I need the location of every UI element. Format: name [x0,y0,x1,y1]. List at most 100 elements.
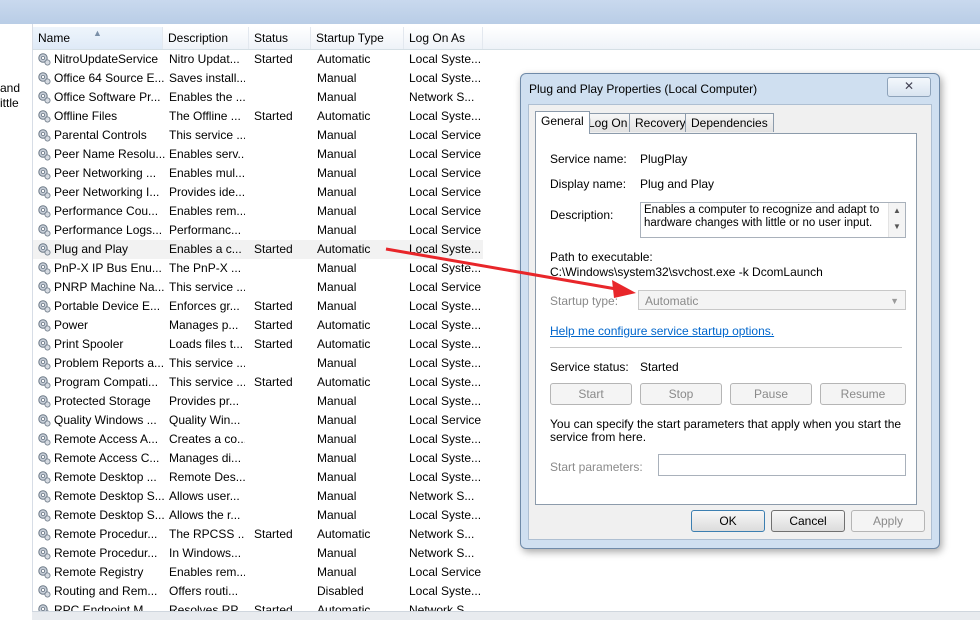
service-row[interactable]: Remote Desktop S...Allows user...ManualN… [33,487,483,506]
startup-type-dropdown[interactable]: Automatic ▼ [638,290,906,310]
start-params-input[interactable] [658,454,906,476]
gear-icon [37,280,51,294]
column-header-row: ▲ Name Description Status Startup Type L… [33,27,980,50]
service-status-cell [254,563,304,582]
description-textbox[interactable]: Enables a computer to recognize and adap… [640,202,906,238]
service-row[interactable]: Print SpoolerLoads files t...StartedAuto… [33,335,483,354]
service-row[interactable]: Program Compati...This service ...Starte… [33,373,483,392]
service-row[interactable]: Peer Name Resolu...Enables serv...Manual… [33,145,483,164]
service-name-cell: Parental Controls [37,126,165,145]
resume-button[interactable]: Resume [820,383,906,405]
service-row[interactable]: Remote Access C...Manages di...ManualLoc… [33,449,483,468]
service-log-on-cell: Local Service [409,126,483,145]
service-row[interactable]: Remote Access A...Creates a co...ManualL… [33,430,483,449]
gear-icon [37,470,51,484]
scroll-down-icon[interactable]: ▼ [893,222,901,231]
service-status-cell [254,202,304,221]
service-row[interactable]: Remote Desktop ...Remote Des...ManualLoc… [33,468,483,487]
service-description-cell: The RPCSS ... [169,525,245,544]
start-button[interactable]: Start [550,383,632,405]
service-row[interactable]: PNRP Machine Na...This service ...Manual… [33,278,483,297]
close-icon[interactable]: ✕ [887,77,931,97]
service-description-cell: Enables mul... [169,164,245,183]
service-startup-type-cell: Manual [317,69,397,88]
column-header-name[interactable]: ▲ Name [33,27,163,49]
service-row[interactable]: Plug and PlayEnables a c...StartedAutoma… [33,240,483,259]
service-log-on-cell: Local Syste... [409,240,483,259]
service-row[interactable]: Offline FilesThe Offline ...StartedAutom… [33,107,483,126]
service-name-cell: Remote Access C... [37,449,165,468]
column-header-label: Name [38,31,70,45]
gear-icon [37,109,51,123]
tab-recovery[interactable]: Recovery [629,113,692,132]
service-name-cell: Performance Logs... [37,221,165,240]
service-name-text: Peer Networking I... [54,185,159,199]
gear-icon [37,242,51,256]
service-row[interactable]: Quality Windows ...Quality Win...ManualL… [33,411,483,430]
column-header-status[interactable]: Status [249,27,311,49]
service-log-on-cell: Local Syste... [409,430,483,449]
service-name-cell: Offline Files [37,107,165,126]
ok-button[interactable]: OK [691,510,765,532]
service-description-cell: Creates a co... [169,430,245,449]
apply-button[interactable]: Apply [851,510,925,532]
gear-icon [37,451,51,465]
service-name-cell: Peer Networking ... [37,164,165,183]
service-row[interactable]: Remote Procedur...The RPCSS ...StartedAu… [33,525,483,544]
service-startup-type-cell: Disabled [317,582,397,601]
column-header-startup-type[interactable]: Startup Type [311,27,404,49]
service-name-text: Plug and Play [54,242,128,256]
service-row[interactable]: Peer Networking I...Provides ide...Manua… [33,183,483,202]
service-row[interactable]: PnP-X IP Bus Enu...The PnP-X ...ManualLo… [33,259,483,278]
service-row[interactable]: Office Software Pr...Enables the ...Manu… [33,88,483,107]
scroll-up-icon[interactable]: ▲ [893,206,901,215]
service-name-text: Remote Desktop S... [54,508,165,522]
tab-dependencies[interactable]: Dependencies [685,113,774,132]
service-row[interactable]: Peer Networking ...Enables mul...ManualL… [33,164,483,183]
column-header-log-on-as[interactable]: Log On As [404,27,483,49]
service-status-cell [254,69,304,88]
service-row[interactable]: Problem Reports a...This service ...Manu… [33,354,483,373]
tab-general[interactable]: General [535,111,590,134]
service-row[interactable]: Performance Cou...Enables rem...ManualLo… [33,202,483,221]
tab-log-on[interactable]: Log On [582,113,633,132]
service-name-text: Parental Controls [54,128,147,142]
gear-icon [37,508,51,522]
service-row[interactable]: Remote Desktop S...Allows the r...Manual… [33,506,483,525]
service-row[interactable]: Remote Procedur...In Windows...ManualNet… [33,544,483,563]
cancel-button[interactable]: Cancel [771,510,845,532]
gear-icon [37,337,51,351]
column-header-label: Startup Type [316,31,384,45]
service-row[interactable]: NitroUpdateServiceNitro Updat...StartedA… [33,50,483,69]
service-name-cell: Peer Networking I... [37,183,165,202]
service-row[interactable]: Remote RegistryEnables rem...ManualLocal… [33,563,483,582]
help-configure-link[interactable]: Help me configure service startup option… [550,324,774,338]
service-row[interactable]: Routing and Rem...Offers routi...Disable… [33,582,483,601]
service-name-cell: Remote Desktop S... [37,506,165,525]
service-log-on-cell: Local Syste... [409,468,483,487]
service-row[interactable]: Office 64 Source E...Saves install...Man… [33,69,483,88]
pause-button[interactable]: Pause [730,383,812,405]
service-name-cell: PnP-X IP Bus Enu... [37,259,165,278]
column-header-description[interactable]: Description [163,27,249,49]
stop-button[interactable]: Stop [640,383,722,405]
gear-icon [37,223,51,237]
left-pane-text: ittle [0,96,19,110]
service-status-cell [254,221,304,240]
gear-icon [37,147,51,161]
service-name-cell: Plug and Play [37,240,165,259]
service-row[interactable]: RPC Endpoint M...Resolves RP...StartedAu… [33,601,483,611]
service-description-cell: Manages di... [169,449,245,468]
service-row[interactable]: Performance Logs...Performanc...ManualLo… [33,221,483,240]
gear-icon [37,489,51,503]
service-row[interactable]: PowerManages p...StartedAutomaticLocal S… [33,316,483,335]
service-row[interactable]: Parental ControlsThis service ...ManualL… [33,126,483,145]
service-status-cell [254,126,304,145]
service-name-cell: PNRP Machine Na... [37,278,165,297]
service-row[interactable]: Portable Device E...Enforces gr...Starte… [33,297,483,316]
service-log-on-cell: Local Service [409,202,483,221]
service-log-on-cell: Network S... [409,544,483,563]
description-scrollbar[interactable]: ▲▼ [888,203,905,237]
service-row[interactable]: Protected StorageProvides pr...ManualLoc… [33,392,483,411]
service-log-on-cell: Local Syste... [409,50,483,69]
